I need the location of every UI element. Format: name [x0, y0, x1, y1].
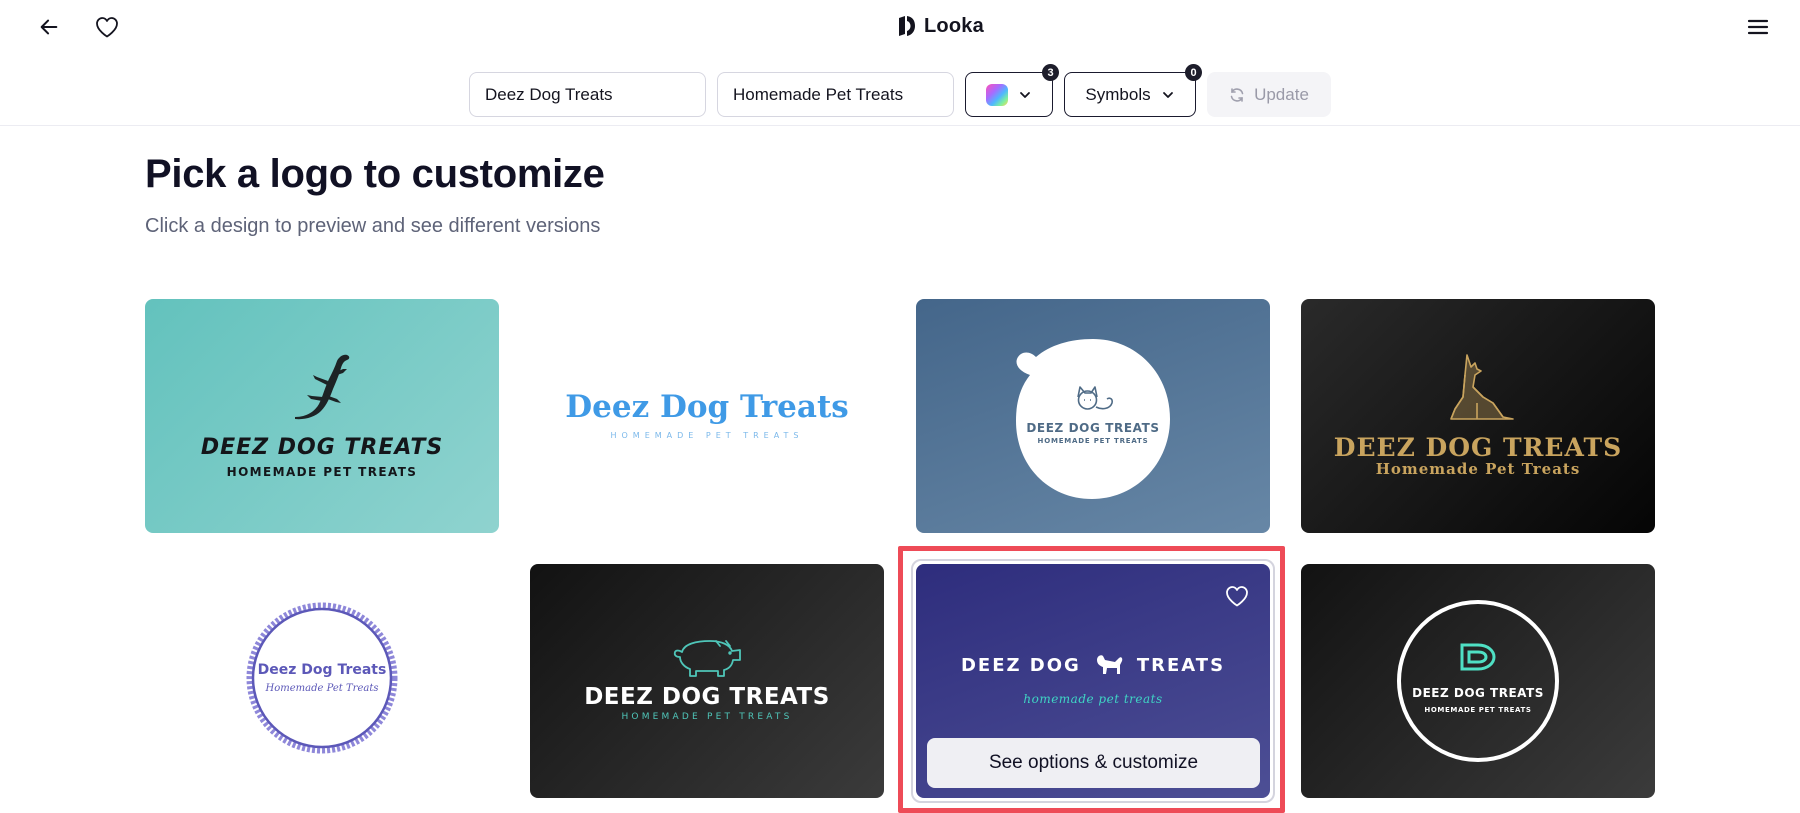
logo-card[interactable]: DEEZ DOG TREATS Homemade Pet Treats	[1301, 299, 1655, 533]
logo-tagline: Homemade Pet Treats	[265, 683, 379, 694]
heart-icon	[96, 17, 118, 38]
logo-title: DEEZ DOG TREATS	[584, 684, 830, 710]
chevron-down-icon	[1162, 91, 1173, 98]
splash-circle-icon	[1016, 339, 1170, 499]
company-name-input[interactable]	[469, 72, 706, 117]
looka-logo-icon	[899, 16, 915, 36]
colors-count-badge: 3	[1042, 64, 1059, 81]
logo-title: DEEZ DOG TREATS	[1026, 421, 1160, 435]
brand-name: Looka	[924, 14, 984, 37]
search-toolbar: 3 Symbols 0 Update	[0, 62, 1800, 126]
logo-card[interactable]: Deez Dog Treats HOMEMADE PET TREATS	[530, 299, 884, 533]
logo-title-suffix: TREATS	[1136, 654, 1226, 676]
logo-tagline: homemade pet treats	[1023, 692, 1163, 706]
chevron-down-icon	[1020, 91, 1030, 98]
logo-card[interactable]: Deez Dog Treats Homemade Pet Treats	[145, 564, 499, 798]
cat-icon	[1077, 386, 1113, 410]
slogan-input[interactable]	[717, 72, 954, 117]
logo-title: Deez Dog Treats	[565, 389, 849, 425]
logo-card[interactable]: DEEZ DOG TREATS HOMEMADE PET TREATS	[530, 564, 884, 798]
symbols-label: Symbols	[1085, 84, 1151, 104]
logo-tagline: HOMEMADE PET TREATS	[1037, 437, 1149, 445]
logo-tagline: HOMEMADE PET TREATS	[1424, 706, 1532, 714]
logo-tagline: HOMEMADE PET TREATS	[226, 465, 418, 479]
update-label: Update	[1254, 84, 1309, 104]
page-title: Pick a logo to customize	[145, 152, 605, 196]
page-subtitle: Click a design to preview and see differ…	[145, 215, 601, 237]
favorite-logo-button[interactable]	[1221, 580, 1253, 612]
color-swatch-icon	[986, 83, 1008, 106]
back-arrow-icon	[40, 19, 58, 35]
pig-icon	[673, 640, 741, 677]
brand-logo[interactable]: Looka	[896, 10, 984, 42]
logo-title: DEEZ DOG TREATS	[1412, 686, 1544, 700]
logo-tagline: HOMEMADE PET TREATS	[621, 712, 793, 722]
brush-circle-icon	[246, 602, 398, 754]
logo-title-row: DEEZ DOG TREATS	[916, 652, 1270, 678]
logo-title: DEEZ DOG TREATS	[1333, 433, 1623, 462]
logo-title: DEEZ DOG TREATS	[200, 435, 444, 460]
symbols-dropdown[interactable]: Symbols 0	[1064, 64, 1202, 117]
back-button[interactable]	[32, 10, 66, 44]
sitting-dog-icon	[1450, 354, 1514, 420]
logo-card[interactable]: DEEZ DOG TREATS HOMEMADE PET TREATS	[916, 299, 1270, 533]
favorites-button[interactable]	[90, 10, 124, 44]
ring-icon	[1397, 600, 1559, 762]
colors-dropdown[interactable]: 3	[965, 64, 1059, 117]
logo-title: DEEZ DOG	[960, 654, 1081, 676]
refresh-icon	[1230, 87, 1244, 102]
symbols-count-badge: 0	[1185, 64, 1202, 81]
update-button[interactable]: Update	[1207, 72, 1331, 117]
logo-tagline: HOMEMADE PET TREATS	[610, 431, 804, 440]
logo-card[interactable]: DEEZ DOG TREATS HOMEMADE PET TREATS	[1301, 564, 1655, 798]
logo-tagline: Homemade Pet Treats	[1375, 460, 1581, 478]
heart-icon	[1226, 586, 1248, 607]
menu-button[interactable]	[1740, 10, 1776, 44]
dog-icon	[1096, 655, 1123, 674]
see-options-button[interactable]: See options & customize	[927, 738, 1260, 788]
hamburger-menu-icon	[1747, 19, 1769, 35]
logo-card[interactable]: DEEZ DOG TREATS HOMEMADE PET TREATS	[145, 299, 499, 533]
top-bar: Looka	[0, 0, 1800, 52]
logo-title: Deez Dog Treats	[257, 662, 387, 678]
lizard-icon	[295, 354, 350, 420]
letter-d-monogram-icon	[1460, 643, 1496, 671]
